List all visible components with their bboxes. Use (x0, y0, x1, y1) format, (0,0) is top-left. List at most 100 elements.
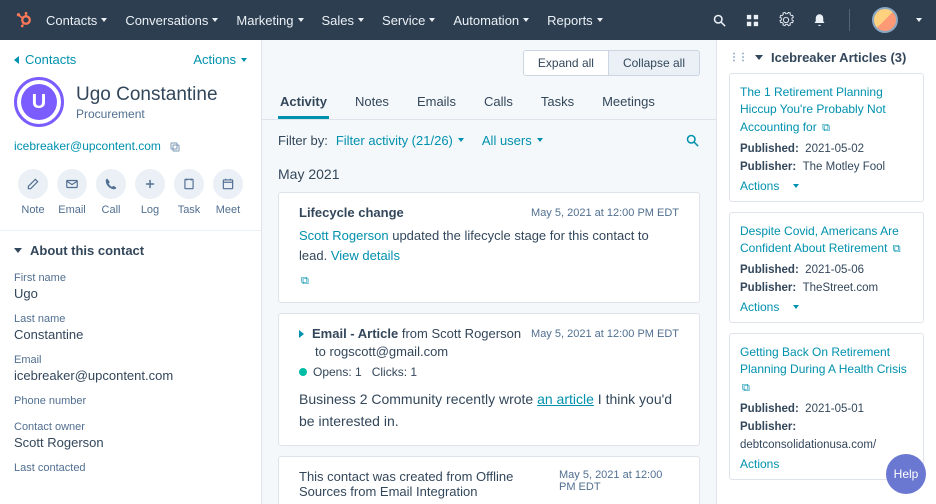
copy-icon[interactable] (169, 139, 181, 153)
article-title-link[interactable]: Despite Covid, Americans Are Confident A… (740, 223, 913, 258)
marketplace-icon[interactable] (745, 13, 760, 28)
activity-card-source[interactable]: This contact was created from Offline So… (278, 456, 700, 504)
email-icon (57, 169, 87, 199)
contact-actions-menu[interactable]: Actions (193, 52, 247, 67)
external-link-icon[interactable]: ⧉ (301, 275, 309, 287)
meet-button[interactable]: Meet (213, 169, 243, 216)
icebreaker-panel: ⋮⋮ Icebreaker Articles (3) The 1 Retirem… (716, 40, 936, 504)
filter-label: Filter by: (278, 133, 328, 148)
nav-sales[interactable]: Sales (322, 13, 365, 28)
activity-card-email[interactable]: Email - Article from Scott Rogerson May … (278, 313, 700, 445)
nav-conversations[interactable]: Conversations (125, 13, 218, 28)
email-button[interactable]: Email (57, 169, 87, 216)
chevron-down-icon[interactable] (916, 18, 922, 22)
external-link-icon: ⧉ (893, 243, 901, 255)
avatar[interactable] (872, 7, 898, 33)
card-date: May 5, 2021 at 12:00 PM EDT (559, 469, 679, 493)
tab-calls[interactable]: Calls (482, 84, 515, 119)
nav-utility (712, 7, 922, 33)
field-owner[interactable]: Contact ownerScott Rogerson (0, 417, 261, 458)
tab-activity[interactable]: Activity (278, 84, 329, 119)
chevron-down-icon (523, 18, 529, 22)
card-date: May 5, 2021 at 12:00 PM EDT (531, 207, 679, 219)
tab-tasks[interactable]: Tasks (539, 84, 576, 119)
nav-marketing[interactable]: Marketing (236, 13, 303, 28)
field-last-contacted[interactable]: Last contacted (0, 458, 261, 484)
article-title-link[interactable]: The 1 Retirement Planning Hiccup You're … (740, 84, 913, 137)
publisher-name: debtconsolidationusa.com/ (740, 439, 876, 451)
month-header: May 2021 (262, 160, 716, 192)
article-title-link[interactable]: Getting Back On Retirement Planning Duri… (740, 344, 913, 397)
nav-contacts[interactable]: Contacts (46, 13, 107, 28)
nav-separator (849, 9, 850, 31)
call-button[interactable]: Call (96, 169, 126, 216)
tab-notes[interactable]: Notes (353, 84, 391, 119)
field-first-name[interactable]: First nameUgo (0, 268, 261, 309)
contact-avatar[interactable]: U (14, 77, 64, 127)
filter-users-dropdown[interactable]: All users (482, 133, 543, 148)
log-icon (135, 169, 165, 199)
grip-icon[interactable]: ⋮⋮ (729, 52, 747, 63)
nav-service[interactable]: Service (382, 13, 435, 28)
nav-items: Contacts Conversations Marketing Sales S… (46, 13, 603, 28)
field-email[interactable]: Emailicebreaker@upcontent.com (0, 350, 261, 391)
chevron-right-icon[interactable] (299, 330, 304, 338)
search-activity-icon[interactable] (685, 132, 700, 148)
nav-automation[interactable]: Automation (453, 13, 529, 28)
publisher-label: Publisher: (740, 421, 796, 433)
contact-email-link[interactable]: icebreaker@upcontent.com (14, 139, 161, 153)
search-icon[interactable] (712, 13, 727, 28)
article-link[interactable]: an article (537, 391, 594, 407)
chevron-down-icon (458, 138, 464, 142)
help-button[interactable]: Help (886, 454, 926, 494)
gear-icon[interactable] (778, 12, 794, 28)
tab-meetings[interactable]: Meetings (600, 84, 657, 119)
contact-action-row: Note Email Call Log Task Meet (0, 165, 261, 230)
chevron-down-icon (597, 18, 603, 22)
panel-title: Icebreaker Articles (3) (771, 50, 906, 65)
note-button[interactable]: Note (18, 169, 48, 216)
article-actions-menu[interactable]: Actions (740, 179, 913, 193)
task-button[interactable]: Task (174, 169, 204, 216)
email-body-pre: Business 2 Community recently wrote (299, 391, 537, 407)
published-date: 2021-05-02 (805, 143, 864, 155)
top-nav: Contacts Conversations Marketing Sales S… (0, 0, 936, 40)
back-contacts[interactable]: Contacts (14, 52, 76, 67)
chevron-down-icon (429, 18, 435, 22)
meet-icon (213, 169, 243, 199)
actor-link[interactable]: Scott Rogerson (299, 228, 389, 243)
log-button[interactable]: Log (135, 169, 165, 216)
view-details-link[interactable]: View details (331, 248, 400, 263)
external-link-icon: ⧉ (822, 122, 830, 134)
chevron-down-icon (793, 184, 799, 188)
chevron-down-icon (101, 18, 107, 22)
nav-reports[interactable]: Reports (547, 13, 603, 28)
contact-sidebar: Contacts Actions U Ugo Constantine Procu… (0, 40, 262, 504)
expand-all-button[interactable]: Expand all (523, 50, 609, 76)
published-label: Published: (740, 264, 799, 276)
chevron-down-icon (298, 18, 304, 22)
filter-activity-dropdown[interactable]: Filter activity (21/26) (336, 133, 464, 148)
card-title: Lifecycle change (299, 205, 404, 220)
hubspot-logo[interactable] (14, 11, 32, 29)
chevron-down-icon[interactable] (755, 55, 763, 60)
field-last-name[interactable]: Last nameConstantine (0, 309, 261, 350)
activity-card-lifecycle[interactable]: Lifecycle change May 5, 2021 at 12:00 PM… (278, 192, 700, 303)
opens-stat: Opens: 1 (313, 365, 362, 379)
contact-initial: U (21, 84, 57, 120)
published-label: Published: (740, 143, 799, 155)
call-icon (96, 169, 126, 199)
publisher-name: TheStreet.com (803, 282, 878, 294)
about-section-header[interactable]: About this contact (0, 230, 261, 268)
collapse-all-button[interactable]: Collapse all (609, 50, 700, 76)
publisher-label: Publisher: (740, 282, 796, 294)
article-actions-menu[interactable]: Actions (740, 300, 913, 314)
tab-emails[interactable]: Emails (415, 84, 458, 119)
chevron-left-icon (14, 56, 19, 64)
activity-pane: Expand all Collapse all Activity Notes E… (262, 40, 716, 504)
card-date: May 5, 2021 at 12:00 PM EDT (531, 328, 679, 340)
activity-tabs: Activity Notes Emails Calls Tasks Meetin… (262, 84, 716, 120)
contact-profile: U Ugo Constantine Procurement (0, 75, 261, 133)
bell-icon[interactable] (812, 13, 827, 28)
field-phone[interactable]: Phone number (0, 391, 261, 417)
